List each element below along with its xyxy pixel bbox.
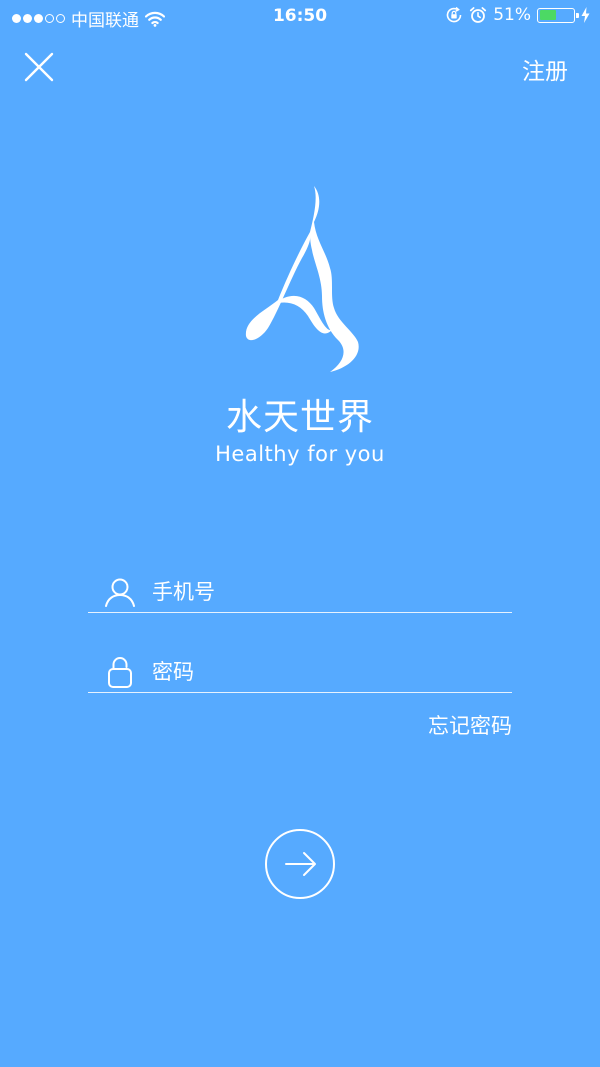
password-input[interactable] — [152, 660, 492, 684]
status-right: 51% — [445, 5, 590, 25]
battery-icon — [537, 7, 579, 23]
rotation-lock-icon — [446, 6, 462, 23]
battery-percent: 51% — [493, 5, 531, 25]
logo-icon — [245, 186, 359, 372]
battery-level — [539, 10, 557, 20]
brand-name: 水天世界 — [225, 397, 374, 438]
forgot-password-link[interactable]: 忘记密码 — [428, 710, 512, 740]
arrow-right-icon[interactable] — [264, 828, 336, 900]
brand-slogan: Healthy for you — [215, 442, 385, 466]
charging-icon — [581, 7, 590, 23]
close-icon[interactable] — [22, 50, 56, 84]
phone-field — [88, 572, 512, 613]
lock-icon — [108, 657, 132, 688]
user-icon — [105, 578, 135, 607]
phone-input[interactable] — [152, 580, 492, 604]
status-bar: 中国联通 16:50 51% — [0, 0, 600, 34]
alarm-icon — [470, 7, 487, 23]
password-field — [88, 652, 512, 693]
register-button[interactable]: 注册 — [522, 52, 568, 86]
